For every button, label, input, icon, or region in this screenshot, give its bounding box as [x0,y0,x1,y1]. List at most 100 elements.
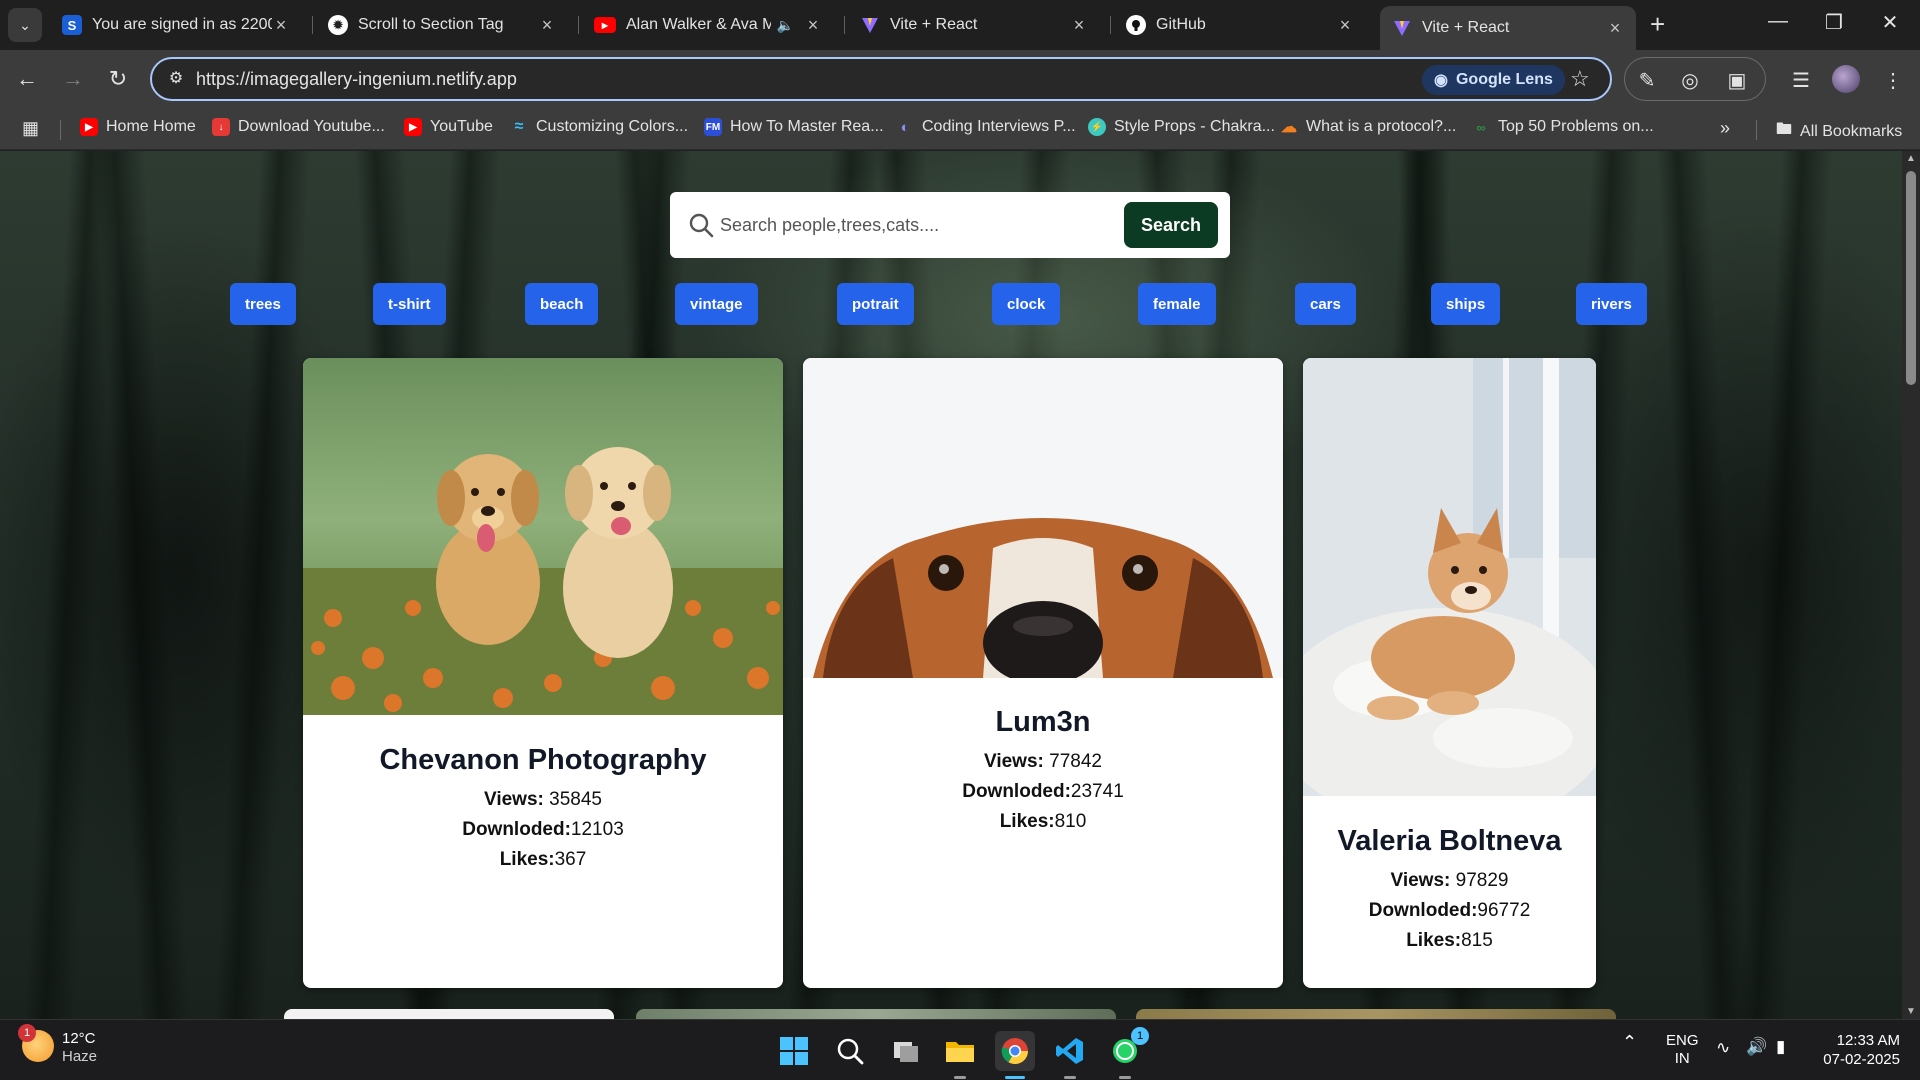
bookmark-youtube[interactable]: ▶ YouTube [404,118,493,136]
bookmark-star-icon[interactable]: ☆ [1570,66,1590,92]
all-bookmarks[interactable]: 🖿 All Bookmarks [1776,118,1902,145]
system-clock[interactable]: 12:33 AM 07-02-2025 [1810,1031,1900,1069]
s-icon: S [62,15,82,35]
dog-peeking-photo[interactable] [803,358,1283,678]
reload-icon: ↻ [108,66,128,91]
chip-beach[interactable]: beach [525,283,599,325]
battery-icon[interactable]: ▮ [1776,1037,1785,1057]
address-bar[interactable]: ⚙ https://imagegallery-ingenium.netlify.… [150,57,1612,101]
close-icon[interactable]: × [804,15,822,36]
likes-label: Likes: [999,811,1055,832]
restore-button[interactable]: ❐ [1814,10,1854,35]
translate-globe-icon[interactable]: ◎ [1677,68,1703,93]
chip-trees[interactable]: trees [230,283,296,325]
image-card-partial[interactable] [1136,1009,1616,1019]
more-bookmarks-chevron-icon[interactable]: » [1720,118,1730,139]
bookmark-download-youtube[interactable]: ↓ Download Youtube... [212,118,385,136]
site-info-icon[interactable]: ⚙ [164,67,188,91]
bookmark-label: YouTube [430,118,493,135]
chip-rivers[interactable]: rivers [1576,283,1647,325]
tab-signed-in[interactable]: S You are signed in as 22001 × [50,8,302,42]
chip-female[interactable]: female [1138,283,1216,325]
weather-widget[interactable]: 1 12°C Haze [18,1024,97,1066]
tab-scroll-to-section[interactable]: ✹ Scroll to Section Tag × [316,8,568,42]
url-text[interactable]: https://imagegallery-ingenium.netlify.ap… [196,69,517,90]
chakra-icon: ⚡ [1088,118,1106,136]
taskbar-search-button[interactable] [830,1031,870,1071]
notification-badge: 1 [18,1024,36,1042]
reload-button[interactable]: ↻ [103,64,133,94]
vscode-icon [1056,1038,1083,1064]
extensions-puzzle-icon[interactable]: ▣ [1724,68,1750,93]
lens-icon: ◉ [1434,72,1448,89]
search-input[interactable] [720,204,1080,246]
profile-avatar[interactable] [1832,65,1860,93]
two-puppies-in-flowers-photo[interactable] [303,358,783,715]
image-card[interactable]: Chevanon Photography Views: 35845 Downlo… [303,358,783,988]
close-icon[interactable]: × [1336,15,1354,36]
page-scrollbar[interactable]: ▲ ▼ [1902,151,1920,1019]
clock-time: 12:33 AM [1836,1032,1900,1049]
scroll-up-icon[interactable]: ▲ [1906,153,1916,164]
back-button[interactable]: ← [12,64,42,94]
temperature: 12°C [62,1030,96,1047]
shiba-puppy-on-rug-photo[interactable] [1303,358,1596,796]
bookmark-what-is-protocol[interactable]: ☁ What is a protocol?... [1280,118,1456,136]
chip-ships[interactable]: ships [1431,283,1501,325]
search-icon [837,1038,864,1065]
whatsapp-app[interactable]: 1 [1105,1027,1149,1079]
google-lens-button[interactable]: ◉ Google Lens [1422,65,1565,95]
close-icon[interactable]: × [1606,18,1624,39]
vscode-app[interactable] [1050,1031,1090,1079]
bookmark-top-50-problems[interactable]: ∞ Top 50 Problems on... [1472,118,1654,136]
chrome-app[interactable] [995,1031,1035,1079]
tab-vite-react-active[interactable]: Vite + React × [1380,6,1636,50]
close-icon[interactable]: × [1070,15,1088,36]
new-tab-button[interactable]: + [1650,10,1665,38]
image-card[interactable]: Valeria Boltneva Views: 97829 Downloded:… [1303,358,1596,988]
speaker-icon[interactable]: 🔈 [777,17,794,34]
start-button[interactable] [774,1031,814,1071]
scroll-down-icon[interactable]: ▼ [1906,1006,1916,1017]
chip-vintage[interactable]: vintage [675,283,758,325]
search-button[interactable]: Search [1124,202,1218,248]
image-card-partial[interactable] [636,1009,1116,1019]
likes-stat: Likes:367 [303,849,783,871]
likes-stat: Likes:810 [803,811,1283,833]
downloads-value: 12103 [570,819,624,840]
image-card[interactable]: Lum3n Views: 77842 Downloded:23741 Likes… [803,358,1283,988]
file-explorer-app[interactable] [940,1031,980,1079]
tab-github[interactable]: GitHub × [1114,8,1366,42]
forward-button[interactable]: → [58,64,88,94]
tab-vite-react[interactable]: Vite + React × [848,8,1100,42]
download-icon: ↓ [212,118,230,136]
bookmark-style-props[interactable]: ⚡ Style Props - Chakra... [1088,118,1275,136]
chip-cars[interactable]: cars [1295,283,1356,325]
wifi-icon[interactable]: ∿ [1716,1038,1730,1058]
apps-grid-icon[interactable]: ▦ [22,118,39,139]
media-queue-icon[interactable]: ☰ [1788,68,1814,93]
scrollbar-thumb[interactable] [1906,171,1916,385]
chip-potrait[interactable]: potrait [837,283,914,325]
bookmark-home[interactable]: ▶ Home Home [80,118,196,136]
menu-kebab-icon[interactable]: ⋮ [1880,68,1906,93]
bookmark-label: Top 50 Problems on... [1498,118,1654,135]
window-close-button[interactable]: ✕ [1870,10,1910,35]
bookmark-master-react[interactable]: FM How To Master Rea... [704,118,884,136]
bookmark-customizing-colors[interactable]: ≈ Customizing Colors... [510,118,688,136]
image-card-partial[interactable] [284,1009,614,1019]
task-view-button[interactable] [886,1031,926,1071]
chip-clock[interactable]: clock [992,283,1061,325]
tray-overflow-chevron-icon[interactable]: ⌃ [1622,1032,1637,1053]
search-icon [689,213,714,238]
chip-t-shirt[interactable]: t-shirt [373,283,446,325]
language-indicator[interactable]: ENG IN [1666,1032,1699,1068]
close-icon[interactable]: × [272,15,290,36]
minimize-button[interactable]: — [1758,10,1798,33]
eyedropper-icon[interactable]: ✎ [1634,68,1660,93]
volume-icon[interactable]: 🔊 [1746,1037,1767,1057]
close-icon[interactable]: × [538,15,556,36]
bookmark-coding-interviews[interactable]: ◐ Coding Interviews P... [896,118,1075,136]
tab-search-button[interactable]: ⌄ [8,8,42,42]
tab-alan-walker[interactable]: ▶ Alan Walker & Ava Ma 🔈 × [582,8,834,42]
